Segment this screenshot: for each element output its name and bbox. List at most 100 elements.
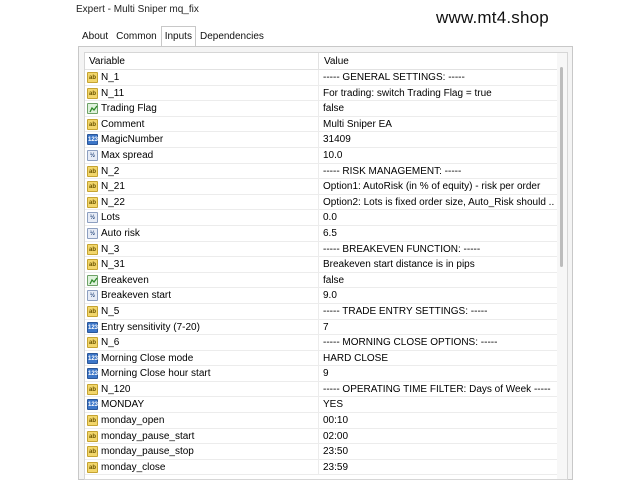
cell-divider (318, 179, 319, 194)
table-row[interactable]: ½ Breakeven start 9.0 (85, 288, 557, 304)
variable-value[interactable]: false (323, 103, 555, 114)
string-type-icon: ab (87, 430, 98, 442)
table-row[interactable]: ab N_31 Breakeven start distance is in pip… (85, 257, 557, 273)
table-row[interactable]: ab N_2 ----- RISK MANAGEMENT: ----- (85, 163, 557, 180)
table-row[interactable]: ab Comment Multi Sniper EA (85, 116, 557, 133)
vertical-scrollbar[interactable] (557, 53, 567, 479)
integer-type-icon: 123 (87, 368, 98, 380)
variable-value[interactable]: 23:59 (323, 462, 555, 473)
cell-divider (318, 350, 319, 366)
variable-name: N_3 (101, 243, 120, 255)
double-type-icon: ½ (87, 149, 98, 161)
cell-divider (318, 366, 319, 381)
tab-common[interactable]: Common (112, 26, 161, 46)
variable-name: Breakeven (101, 274, 149, 286)
integer-type-icon: 123 (87, 399, 98, 411)
variable-name: monday_pause_stop (101, 446, 194, 458)
variable-name: N_2 (101, 165, 120, 177)
variable-value[interactable]: 00:10 (323, 415, 555, 426)
cell-divider (318, 303, 319, 319)
variable-value[interactable]: ----- OPERATING TIME FILTER: Days of Wee… (323, 384, 555, 395)
variable-value[interactable]: HARD CLOSE (323, 353, 555, 364)
table-row[interactable]: Trading Flag false (85, 101, 557, 117)
variable-value[interactable]: Option1: AutoRisk (in % of equity) - ris… (323, 181, 555, 192)
variable-name: Lots (101, 212, 120, 224)
table-row[interactable]: ab monday_close 23:59 (85, 459, 557, 476)
table-row[interactable]: ab monday_pause_start 02:00 (85, 428, 557, 445)
double-type-icon: ½ (87, 212, 98, 224)
variable-value[interactable]: ----- MORNING CLOSE OPTIONS: ----- (323, 337, 555, 348)
string-type-icon: ab (87, 72, 98, 83)
table-row[interactable]: ab monday_pause_stop 23:50 (85, 444, 557, 460)
table-row[interactable]: ab N_21 Option1: AutoRisk (in % of equity)… (85, 179, 557, 195)
variable-value[interactable]: Breakeven start distance is in pips (323, 259, 555, 270)
table-row[interactable]: ab N_22 Option2: Lots is fixed order size,… (85, 194, 557, 211)
variable-name: N_1 (101, 72, 120, 83)
tab-dependencies[interactable]: Dependencies (196, 26, 268, 46)
variable-value[interactable]: For trading: switch Trading Flag = true (323, 88, 555, 99)
variable-value[interactable]: Option2: Lots is fixed order size, Auto_… (323, 197, 555, 208)
cell-divider (318, 147, 319, 163)
table-row[interactable]: 123 Entry sensitivity (7-20) 7 (85, 319, 557, 336)
variable-value[interactable]: false (323, 275, 555, 286)
table-row[interactable]: ½ Lots 0.0 (85, 210, 557, 226)
scrollbar-thumb[interactable] (560, 67, 563, 267)
variable-value[interactable]: 31409 (323, 134, 555, 145)
table-row[interactable]: ab N_6 ----- MORNING CLOSE OPTIONS: ----- (85, 335, 557, 351)
column-header-value[interactable]: Value (324, 56, 349, 67)
table-row[interactable]: Breakeven false (85, 272, 557, 289)
table-row[interactable]: ab monday_open 00:10 (85, 413, 557, 429)
variable-value[interactable]: 23:50 (323, 446, 555, 457)
string-type-icon: ab (87, 415, 98, 427)
variable-name: N_120 (101, 383, 131, 395)
table-row[interactable]: ab N_11 For trading: switch Trading Flag =… (85, 85, 557, 102)
variable-value[interactable]: ----- TRADE ENTRY SETTINGS: ----- (323, 306, 555, 317)
column-divider[interactable] (318, 53, 319, 70)
cell-divider (318, 381, 319, 397)
table-row[interactable]: ½ Auto risk 6.5 (85, 225, 557, 242)
table-row[interactable]: ab N_3 ----- BREAKEVEN FUNCTION: ----- (85, 241, 557, 258)
string-type-icon: ab (87, 87, 98, 99)
variable-value[interactable]: YES (323, 399, 555, 410)
variable-value[interactable]: ----- GENERAL SETTINGS: ----- (323, 72, 555, 83)
table-row[interactable]: ½ Max spread 10.0 (85, 147, 557, 164)
variable-value[interactable]: ----- RISK MANAGEMENT: ----- (323, 166, 555, 177)
variable-value[interactable]: 9 (323, 368, 555, 379)
column-header-variable[interactable]: Variable (89, 56, 125, 67)
integer-type-icon: 123 (87, 134, 98, 146)
variable-value[interactable]: 7 (323, 322, 555, 333)
table-row[interactable]: ab N_5 ----- TRADE ENTRY SETTINGS: ----- (85, 303, 557, 320)
cell-divider (318, 428, 319, 444)
variable-name: Breakeven start (101, 290, 172, 302)
table-row[interactable]: ab N_120 ----- OPERATING TIME FILTER: Days… (85, 381, 557, 398)
table-row[interactable]: 123 Morning Close mode HARD CLOSE (85, 350, 557, 367)
variable-value[interactable]: 02:00 (323, 431, 555, 442)
table-row[interactable]: 123 Morning Close hour start 9 (85, 366, 557, 382)
variable-name: N_11 (101, 87, 125, 99)
variable-value[interactable]: 10.0 (323, 150, 555, 161)
window-title: Expert - Multi Sniper mq_fix (76, 4, 199, 15)
string-type-icon: ab (87, 461, 98, 473)
variable-value[interactable]: Multi Sniper EA (323, 119, 555, 130)
variable-name: N_31 (101, 259, 125, 271)
cell-divider (318, 241, 319, 257)
variable-value[interactable]: ----- BREAKEVEN FUNCTION: ----- (323, 244, 555, 255)
variable-name: MagicNumber (101, 134, 164, 146)
variable-value[interactable]: 9.0 (323, 290, 555, 301)
variable-value[interactable]: 0.0 (323, 212, 555, 223)
table-row[interactable]: 123 MagicNumber 31409 (85, 132, 557, 148)
grid-header: Variable Value (85, 53, 567, 70)
cell-divider (318, 132, 319, 147)
string-type-icon: ab (87, 165, 98, 177)
variable-name: Entry sensitivity (7-20) (101, 321, 200, 333)
cell-divider (318, 101, 319, 116)
variable-name: MONDAY (101, 399, 145, 411)
table-row[interactable]: ab N_1 ----- GENERAL SETTINGS: ----- (85, 70, 557, 86)
tab-inputs[interactable]: Inputs (160, 26, 196, 47)
tab-about[interactable]: About (78, 26, 112, 46)
variable-value[interactable]: 6.5 (323, 228, 555, 239)
cell-divider (318, 319, 319, 335)
variable-name: monday_open (101, 415, 165, 427)
inputs-grid: Variable Value ab N_1 ----- GENERAL SETTIN… (84, 52, 568, 480)
table-row[interactable]: 123 MONDAY YES (85, 397, 557, 414)
